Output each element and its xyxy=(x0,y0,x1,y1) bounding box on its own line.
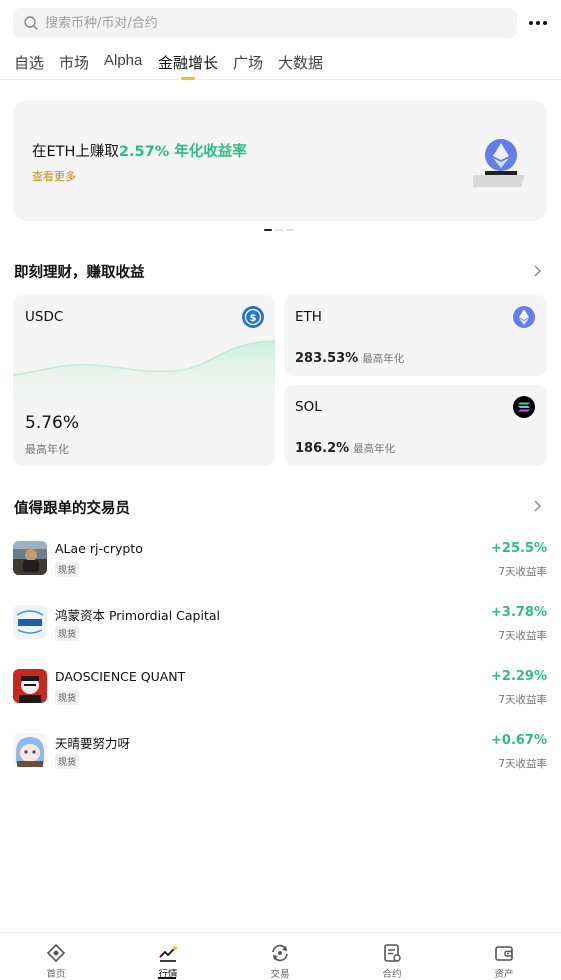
trader-name: ALae rj-crypto xyxy=(55,541,143,556)
eth-staking-illustration-icon xyxy=(473,139,525,187)
trader-roi: +2.29% xyxy=(491,669,547,684)
banner-title-prefix: 在ETH上赚取 xyxy=(32,144,119,160)
tab-finance-growth[interactable]: 金融增长 xyxy=(158,52,218,80)
home-icon xyxy=(46,943,66,963)
nav-label: 交易 xyxy=(270,969,290,980)
trader-name: DAOSCIENCE QUANT xyxy=(55,669,186,684)
tab-favorites[interactable]: 自选 xyxy=(14,52,44,80)
trader-roi-label: 7天收益率 xyxy=(498,630,547,642)
trader-tag: 现货 xyxy=(55,690,80,705)
trader-row[interactable]: ALae rj-crypto 现货 +25.5% 7天收益率 xyxy=(0,537,561,593)
carousel-pagination xyxy=(264,229,294,231)
search-icon xyxy=(24,16,38,30)
earn-card-rate-label: 最高年化 xyxy=(353,443,396,455)
eth-icon xyxy=(513,306,535,328)
chevron-right-icon[interactable] xyxy=(532,265,542,277)
tab-alpha[interactable]: Alpha xyxy=(104,52,142,80)
trader-tag: 现货 xyxy=(55,754,80,769)
nav-label: 首页 xyxy=(46,969,66,980)
futures-icon xyxy=(384,944,401,962)
nav-label: 资产 xyxy=(494,969,514,980)
earn-card-rate: 5.76% xyxy=(25,413,80,433)
nav-futures[interactable]: 合约 xyxy=(336,933,448,980)
trader-roi-label: 7天收益率 xyxy=(498,566,547,578)
tab-big-data[interactable]: 大数据 xyxy=(278,52,323,80)
earn-card-rate: 186.2% xyxy=(295,441,350,456)
earn-card-rate-row: 283.53% 最高年化 xyxy=(295,347,404,366)
search-box[interactable] xyxy=(13,8,517,38)
earn-card-coin-name: USDC xyxy=(25,309,64,325)
trader-roi: +0.67% xyxy=(491,733,547,748)
earn-card-rate: 283.53% xyxy=(295,351,359,366)
active-tab-indicator xyxy=(181,77,195,80)
trader-roi-label: 7天收益率 xyxy=(498,694,547,706)
sol-icon xyxy=(513,396,535,418)
search-input[interactable] xyxy=(45,15,485,31)
trader-tag: 现货 xyxy=(55,626,80,641)
bottom-navigation: 首页 行情 交易 合约 资产 xyxy=(0,932,561,980)
trader-row[interactable]: 鸿蒙资本 Primordial Capital 现货 +3.78% 7天收益率 xyxy=(0,601,561,657)
dot-icon xyxy=(543,21,547,25)
nav-assets[interactable]: 资产 xyxy=(448,933,560,980)
earn-card-usdc[interactable]: USDC $ 5.76% 最高年化 xyxy=(13,295,275,466)
tab-square[interactable]: 广场 xyxy=(233,52,263,80)
trader-name: 天晴要努力呀 xyxy=(55,736,131,751)
banner-title-highlight: 2.57% 年化收益率 xyxy=(118,144,247,160)
chevron-right-icon[interactable] xyxy=(532,500,542,512)
trader-name: 鸿蒙资本 Primordial Capital xyxy=(55,608,220,623)
carousel-dot[interactable] xyxy=(275,229,283,231)
trader-roi: +25.5% xyxy=(491,541,547,556)
earn-card-sol[interactable]: SOL 186.2% 最高年化 xyxy=(284,385,547,466)
markets-icon xyxy=(159,946,177,962)
trader-row[interactable]: 天晴要努力呀 现货 +0.67% 7天收益率 xyxy=(0,729,561,785)
dot-icon xyxy=(536,21,540,25)
earn-card-rate-label: 最高年化 xyxy=(25,443,69,456)
banner-see-more-link[interactable]: 查看更多 xyxy=(32,168,76,184)
usdc-yield-chart xyxy=(13,340,275,415)
carousel-dot[interactable] xyxy=(264,229,272,231)
carousel-dot[interactable] xyxy=(286,229,294,231)
top-bar xyxy=(0,0,561,46)
earn-card-eth[interactable]: ETH 283.53% 最高年化 xyxy=(284,295,547,376)
nav-home[interactable]: 首页 xyxy=(0,933,112,980)
more-options-button[interactable] xyxy=(526,12,550,34)
trader-avatar xyxy=(13,733,47,767)
earn-card-rate-row: 186.2% 最高年化 xyxy=(295,437,395,456)
active-nav-indicator xyxy=(158,977,176,979)
trader-avatar xyxy=(13,541,47,575)
nav-markets[interactable]: 行情 xyxy=(112,933,224,980)
trader-avatar xyxy=(13,605,47,639)
earn-card-coin-name: ETH xyxy=(295,309,322,325)
usdc-icon: $ xyxy=(242,306,264,328)
trade-icon xyxy=(272,944,288,962)
earn-card-rate-label: 最高年化 xyxy=(362,353,405,365)
svg-text:$: $ xyxy=(250,313,257,324)
tab-market[interactable]: 市场 xyxy=(59,52,89,80)
trader-roi: +3.78% xyxy=(491,605,547,620)
trader-avatar xyxy=(13,669,47,703)
nav-label: 合约 xyxy=(382,969,402,980)
wallet-icon xyxy=(495,946,513,961)
banner-title: 在ETH上赚取2.57% 年化收益率 xyxy=(32,140,247,161)
earn-card-coin-name: SOL xyxy=(295,399,322,415)
earn-section-title: 即刻理财，赚取收益 xyxy=(14,265,145,281)
category-tabs: 自选 市场 Alpha 金融增长 广场 大数据 xyxy=(0,46,561,80)
trader-row[interactable]: DAOSCIENCE QUANT 现货 +2.29% 7天收益率 xyxy=(0,665,561,721)
traders-section-title: 值得跟单的交易员 xyxy=(14,501,130,517)
promo-banner[interactable]: 在ETH上赚取2.57% 年化收益率 查看更多 xyxy=(13,100,547,221)
nav-trade[interactable]: 交易 xyxy=(224,933,336,980)
trader-tag: 现货 xyxy=(55,562,80,577)
dot-icon xyxy=(529,21,533,25)
trader-roi-label: 7天收益率 xyxy=(498,758,547,770)
